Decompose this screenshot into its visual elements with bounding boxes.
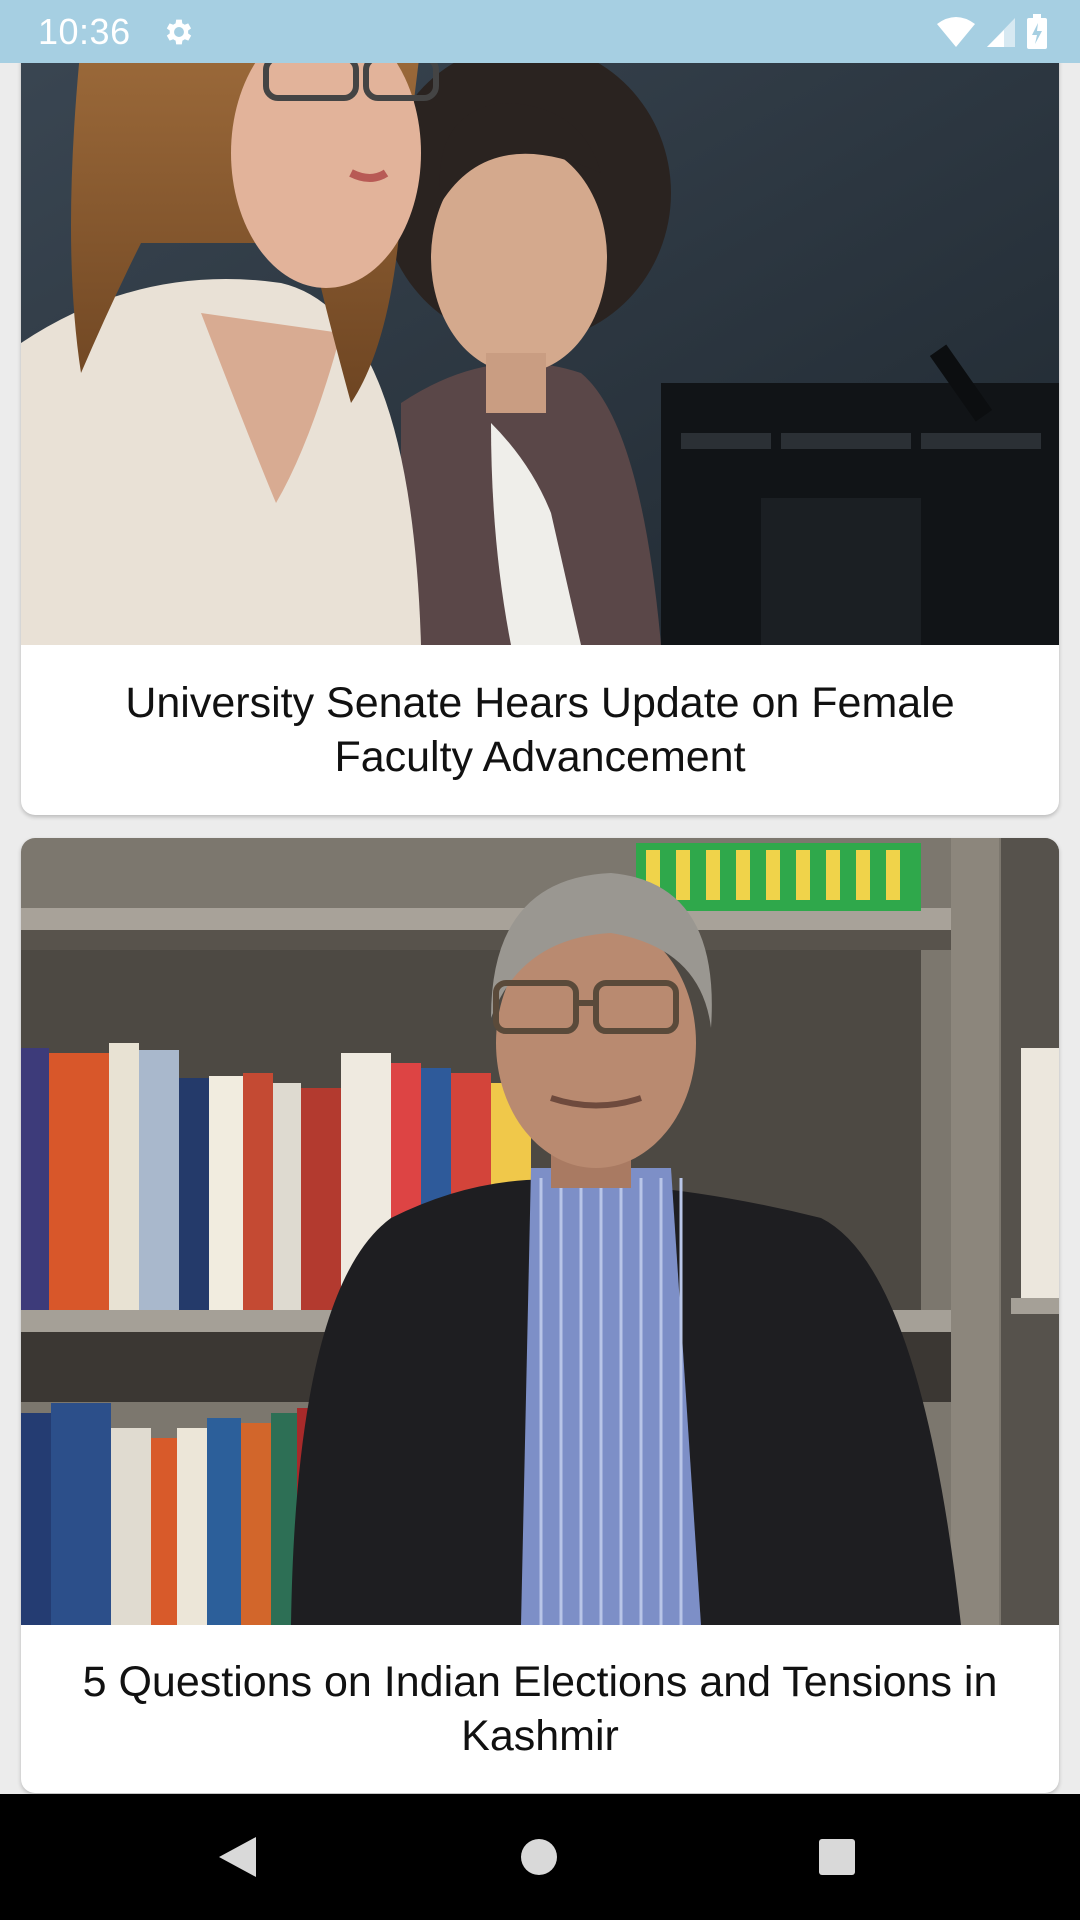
article-feed[interactable]: University Senate Hears Update on Female… [0,63,1080,1794]
screen: 10:36 University Senate Hears Update on … [0,0,1080,1920]
status-bar: 10:36 [0,0,1080,63]
status-icons [936,13,1048,50]
home-icon[interactable] [514,1832,564,1882]
photo-women-meeting [21,63,1059,645]
cellular-signal-icon [986,16,1016,48]
system-nav-bar [0,1794,1080,1920]
recents-icon[interactable] [812,1832,862,1882]
article-title[interactable]: 5 Questions on Indian Elections and Tens… [21,1625,1059,1793]
article-title[interactable]: University Senate Hears Update on Female… [21,645,1059,815]
wifi-icon [936,16,976,48]
back-icon[interactable] [212,1832,262,1882]
article-image[interactable] [21,838,1059,1625]
battery-icon [1026,13,1048,50]
article-image[interactable] [21,63,1059,645]
photo-man-bookshelf [21,838,1059,1625]
status-time: 10:36 [38,10,131,52]
gear-icon [161,14,197,50]
article-card[interactable]: 5 Questions on Indian Elections and Tens… [21,838,1059,1793]
article-card[interactable]: University Senate Hears Update on Female… [21,63,1059,815]
